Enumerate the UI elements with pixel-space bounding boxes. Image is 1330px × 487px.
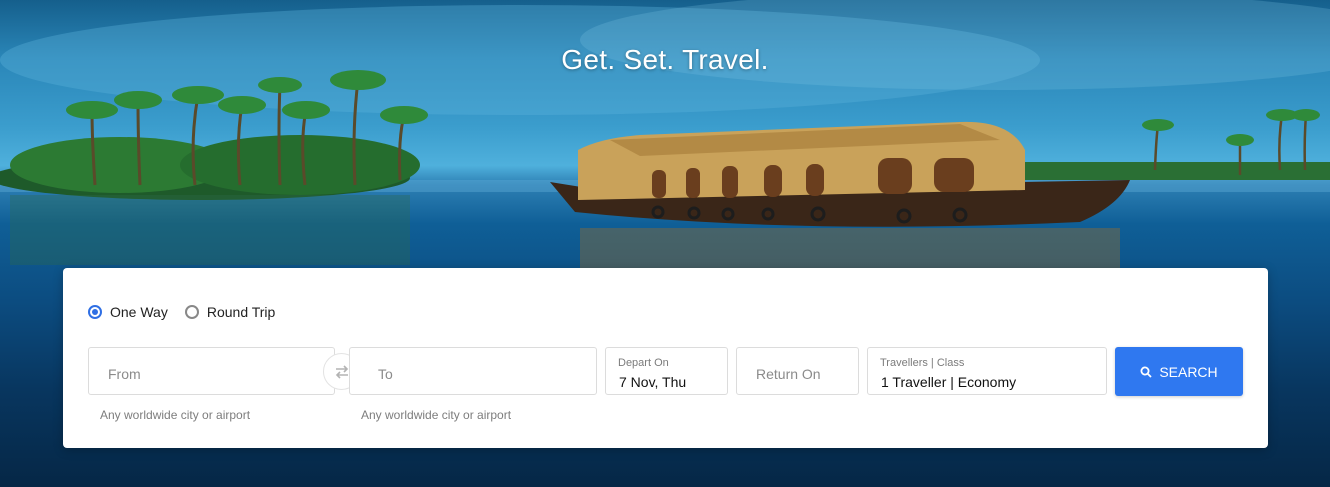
depart-label: Depart On [618,357,669,369]
travellers-class-field[interactable]: Travellers | Class 1 Traveller | Economy [867,347,1107,395]
travellers-value: 1 Traveller | Economy [881,374,1017,390]
flight-search-panel: One Way Round Trip From Any worldwide ci… [63,268,1268,448]
trip-type-round-trip[interactable]: Round Trip [184,304,276,320]
depart-date-field[interactable]: Depart On 7 Nov, Thu [605,347,728,395]
radio-selected-icon[interactable] [88,305,102,319]
search-button[interactable]: SEARCH [1115,347,1243,396]
from-field[interactable]: From [88,347,335,395]
travellers-label: Travellers | Class [880,357,965,369]
from-hint: Any worldwide city or airport [100,408,251,422]
trip-type-label: Round Trip [206,304,276,320]
return-placeholder: Return On [756,366,821,382]
to-hint: Any worldwide city or airport [361,408,512,422]
radio-unselected-icon[interactable] [184,305,199,319]
swap-arrows-icon [335,364,348,379]
search-button-label: SEARCH [1159,363,1218,380]
to-field[interactable]: To [349,347,597,395]
depart-value: 7 Nov, Thu [619,374,687,390]
from-placeholder: From [108,366,141,382]
hero-tagline: Get. Set. Travel. [561,44,769,75]
to-placeholder: To [378,366,393,382]
return-date-field[interactable]: Return On [736,347,859,395]
search-icon [1140,366,1152,378]
trip-type-selector: One Way Round Trip [88,304,292,320]
trip-type-label: One Way [110,304,168,320]
trip-type-one-way[interactable]: One Way [88,304,168,320]
